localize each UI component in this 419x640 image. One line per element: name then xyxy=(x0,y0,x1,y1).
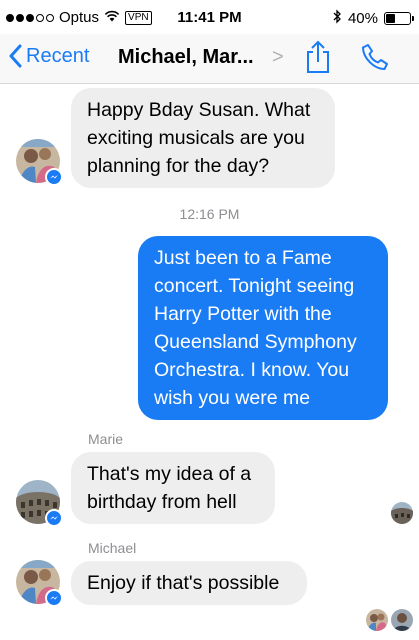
message-bubble-incoming[interactable]: Enjoy if that's possible xyxy=(71,561,307,605)
status-right: 40% xyxy=(333,9,414,28)
conversation-title[interactable]: Michael, Mar... xyxy=(118,46,254,69)
share-icon[interactable] xyxy=(305,40,331,79)
avatar-michael[interactable] xyxy=(16,560,63,607)
back-label: Recent xyxy=(26,44,90,67)
sender-name: Michael xyxy=(88,540,137,556)
messenger-badge-icon xyxy=(45,168,63,186)
bluetooth-icon xyxy=(333,9,342,28)
read-receipt-avatar xyxy=(366,609,388,631)
message-bubble-incoming[interactable]: Happy Bday Susan. What exciting musicals… xyxy=(71,88,335,188)
avatar-michael[interactable] xyxy=(16,139,63,186)
conversation-header: Recent Michael, Mar... > xyxy=(0,34,419,84)
message-bubble-outgoing[interactable]: Just been to a Fame concert. Tonight see… xyxy=(138,236,388,420)
back-button[interactable]: Recent xyxy=(8,44,89,68)
read-receipt-avatar xyxy=(391,609,413,631)
messenger-badge-icon xyxy=(45,509,63,527)
battery-percent: 40% xyxy=(347,10,378,27)
messenger-badge-icon xyxy=(45,589,63,607)
battery-level xyxy=(386,14,396,23)
message-timestamp: 12:16 PM xyxy=(179,206,240,222)
battery-icon xyxy=(384,12,414,25)
status-bar: Optus VPN 11:41 PM 40% xyxy=(0,0,419,34)
phone-icon[interactable] xyxy=(360,42,390,77)
sender-name: Marie xyxy=(88,431,124,447)
message-bubble-incoming[interactable]: That's my idea of a birthday from hell xyxy=(71,452,275,524)
title-chevron-icon[interactable]: > xyxy=(272,46,284,69)
read-receipt-avatar xyxy=(391,502,413,524)
back-chevron-icon xyxy=(9,44,22,68)
avatar-marie[interactable] xyxy=(16,480,63,527)
